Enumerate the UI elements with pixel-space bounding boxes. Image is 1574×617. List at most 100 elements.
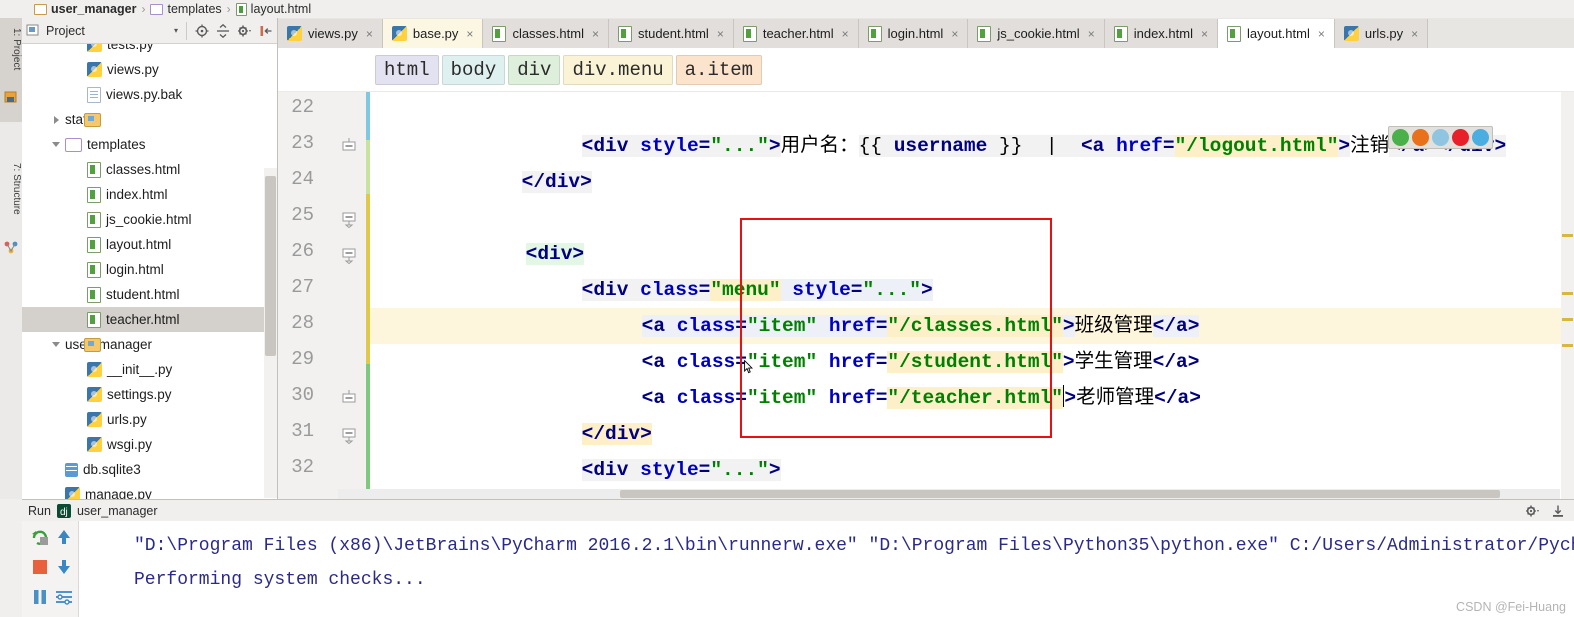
editor-tab-student-html[interactable]: student.html × bbox=[608, 19, 734, 48]
code-text[interactable]: <div style="...">用户名：{{ username }} | <a… bbox=[370, 92, 1574, 499]
close-icon[interactable]: × bbox=[466, 27, 473, 41]
tree-item-classes-html[interactable]: classes.html bbox=[22, 157, 277, 182]
close-icon[interactable]: × bbox=[842, 27, 849, 41]
breadcrumb-label: user_manager bbox=[51, 2, 137, 16]
fold-start-icon[interactable] bbox=[340, 210, 358, 229]
project-panel-header: Project ▾ bbox=[22, 18, 277, 44]
close-icon[interactable]: × bbox=[592, 27, 599, 41]
tree-item-templates[interactable]: templates bbox=[22, 132, 277, 157]
tree-item-manage-py[interactable]: manage.py bbox=[22, 482, 277, 499]
tree-toggle-down-icon[interactable] bbox=[50, 338, 63, 351]
rerun-button[interactable] bbox=[30, 527, 50, 547]
browser-preview-popup[interactable] bbox=[1388, 126, 1493, 149]
editor-tab-base-py[interactable]: base.py × bbox=[382, 19, 484, 48]
run-configuration-name[interactable]: user_manager bbox=[77, 504, 158, 518]
close-icon[interactable]: × bbox=[366, 27, 373, 41]
tool-tab-project[interactable]: 1: Project bbox=[0, 18, 22, 122]
tree-item-login-html[interactable]: login.html bbox=[22, 257, 277, 282]
tree-item-user-manager[interactable]: user_manager bbox=[22, 332, 277, 357]
opera-icon[interactable] bbox=[1452, 129, 1469, 146]
structure-crumb-body[interactable]: body bbox=[441, 54, 506, 85]
editor-tab-login-html[interactable]: login.html × bbox=[858, 19, 969, 48]
tree-item-layout-html[interactable]: layout.html bbox=[22, 232, 277, 257]
scroll-down-button[interactable] bbox=[54, 557, 74, 577]
close-icon[interactable]: × bbox=[1201, 27, 1208, 41]
python-file-icon bbox=[87, 62, 102, 77]
editor-marker-strip[interactable] bbox=[1561, 92, 1574, 499]
explorer-icon[interactable] bbox=[1472, 129, 1489, 146]
close-icon[interactable]: × bbox=[1411, 27, 1418, 41]
tree-item-settings-py[interactable]: settings.py bbox=[22, 382, 277, 407]
editor-tab-layout-html[interactable]: layout.html × bbox=[1217, 19, 1335, 48]
project-panel-title: Project bbox=[46, 23, 85, 38]
safari-icon[interactable] bbox=[1432, 129, 1449, 146]
close-icon[interactable]: × bbox=[1088, 27, 1095, 41]
tree-item-views-py-bak[interactable]: views.py.bak bbox=[22, 82, 277, 107]
fold-start-icon[interactable] bbox=[340, 246, 358, 265]
tree-toggle-right-icon[interactable] bbox=[50, 113, 63, 126]
tree-item-teacher-html[interactable]: teacher.html bbox=[22, 307, 277, 332]
editor-tab-teacher-html[interactable]: teacher.html × bbox=[733, 19, 859, 48]
collapse-all-icon[interactable] bbox=[216, 23, 230, 38]
close-icon[interactable]: × bbox=[1318, 27, 1325, 41]
tree-item-urls-py[interactable]: urls.py bbox=[22, 407, 277, 432]
console-output[interactable]: "D:\Program Files (x86)\JetBrains\PyChar… bbox=[78, 521, 1574, 617]
stop-button[interactable] bbox=[30, 557, 50, 577]
structure-crumb-html[interactable]: html bbox=[375, 54, 439, 85]
breadcrumb-item-templates[interactable]: templates bbox=[150, 2, 222, 16]
structure-crumb-div[interactable]: div bbox=[508, 54, 561, 85]
editor-hscrollbar[interactable] bbox=[338, 489, 1560, 499]
soft-wrap-button[interactable] bbox=[54, 587, 74, 607]
settings-gear-icon[interactable] bbox=[237, 24, 252, 38]
tree-item-static[interactable]: static bbox=[22, 107, 277, 132]
tree-item-student-html[interactable]: student.html bbox=[22, 282, 277, 307]
code-editor[interactable]: html body div div.menu a.item 22 23 24 25 26 27 28… bbox=[278, 48, 1574, 499]
editor-tab-index-html[interactable]: index.html × bbox=[1104, 19, 1218, 48]
line-number: 25 bbox=[291, 204, 314, 226]
close-icon[interactable]: × bbox=[951, 27, 958, 41]
fold-end-icon[interactable] bbox=[340, 390, 358, 408]
tree-toggle-down-icon[interactable] bbox=[50, 138, 63, 151]
close-icon[interactable]: × bbox=[717, 27, 724, 41]
editor-tab-label: layout.html bbox=[1246, 26, 1310, 41]
tree-item-wsgi-py[interactable]: wsgi.py bbox=[22, 432, 277, 457]
tree-item-tests-py[interactable]: tests.py bbox=[22, 44, 277, 57]
fold-start-icon[interactable] bbox=[340, 426, 358, 445]
hide-panel-icon[interactable] bbox=[1551, 504, 1565, 518]
tree-item--init-py[interactable]: __init__.py bbox=[22, 357, 277, 382]
python-file-icon bbox=[87, 44, 102, 52]
folder-icon bbox=[34, 3, 47, 15]
structure-breadcrumb[interactable]: html body div div.menu a.item bbox=[278, 48, 1574, 92]
structure-crumb-a-item[interactable]: a.item bbox=[675, 54, 763, 85]
structure-crumb-div-menu[interactable]: div.menu bbox=[563, 54, 673, 85]
chevron-down-icon[interactable]: ▾ bbox=[174, 26, 178, 35]
editor-tab-js-cookie-html[interactable]: js_cookie.html × bbox=[968, 19, 1105, 48]
tree-scrollbar[interactable] bbox=[264, 168, 277, 498]
structure-icon bbox=[4, 241, 18, 254]
settings-gear-icon[interactable] bbox=[1525, 504, 1540, 518]
editor-hscrollbar-thumb[interactable] bbox=[620, 490, 1500, 498]
locate-target-icon[interactable] bbox=[195, 24, 209, 38]
chrome-icon[interactable] bbox=[1392, 129, 1409, 146]
fold-end-icon[interactable] bbox=[340, 138, 358, 156]
tree-scrollbar-thumb[interactable] bbox=[265, 176, 276, 356]
tree-item-db-sqlite3[interactable]: db.sqlite3 bbox=[22, 457, 277, 482]
editor-tab-urls-py[interactable]: urls.py × bbox=[1334, 19, 1429, 48]
editor-tab-classes-html[interactable]: classes.html × bbox=[483, 19, 609, 48]
tree-item-js-cookie-html[interactable]: js_cookie.html bbox=[22, 207, 277, 232]
line-number: 28 bbox=[291, 312, 314, 334]
editor-tab-bar[interactable]: views.py × base.py × classes.html × student.ht… bbox=[278, 18, 1574, 48]
tree-item-index-html[interactable]: index.html bbox=[22, 182, 277, 207]
scroll-up-button[interactable] bbox=[54, 527, 74, 547]
editor-gutter[interactable]: 22 23 24 25 26 27 28 29 30 31 32 bbox=[278, 92, 370, 499]
editor-tab-views-py[interactable]: views.py × bbox=[278, 19, 383, 48]
pause-button[interactable] bbox=[30, 587, 50, 607]
firefox-icon[interactable] bbox=[1412, 129, 1429, 146]
breadcrumb-item-file[interactable]: layout.html bbox=[235, 2, 311, 16]
tree-item-views-py[interactable]: views.py bbox=[22, 57, 277, 82]
hide-panel-icon[interactable] bbox=[259, 24, 273, 38]
breadcrumb-item-project[interactable]: user_manager bbox=[34, 2, 136, 16]
project-file-tree[interactable]: tests.py views.py views.py.bak static templa… bbox=[22, 44, 277, 499]
tool-tab-label: 7: Structure bbox=[11, 163, 22, 215]
